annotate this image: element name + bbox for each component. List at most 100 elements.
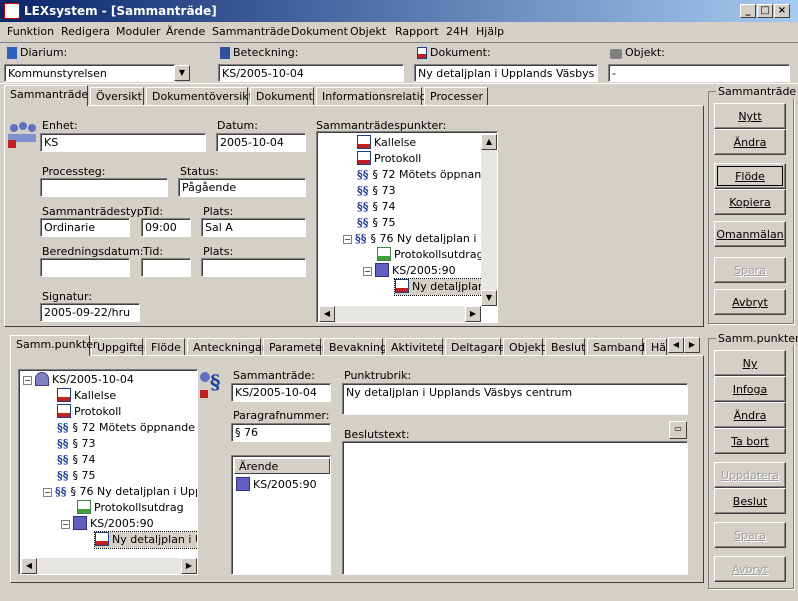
tab-overflow[interactable]: Hä: [645, 338, 667, 356]
tab-samm-punkter[interactable]: Samm.punkter: [10, 335, 98, 356]
signatur-field[interactable]: 2005-09-22/hru: [40, 303, 140, 322]
menu-funktion[interactable]: Funktion: [7, 25, 54, 38]
tid-field[interactable]: 09:00: [141, 218, 191, 237]
maximize-icon[interactable]: □: [757, 4, 773, 18]
collapse-icon[interactable]: −: [343, 235, 352, 244]
tab-parameter[interactable]: Parameter: [263, 338, 326, 356]
collapse-icon[interactable]: −: [61, 520, 70, 529]
sammantradespunkter-tree[interactable]: Kallelse Protokoll §§ § 72 Mötets öppnand…: [316, 131, 498, 323]
sammantradestyp-field[interactable]: Ordinarie: [40, 218, 130, 237]
flode-button[interactable]: Flöde: [714, 163, 786, 189]
tree-item[interactable]: Protokoll: [57, 404, 121, 420]
collapse-icon[interactable]: −: [363, 267, 372, 276]
beslutstext-field[interactable]: [342, 441, 688, 575]
tab-anteckningar[interactable]: Anteckningar: [187, 338, 266, 356]
tab-flode[interactable]: Flöde: [145, 338, 185, 356]
kopiera-button[interactable]: Kopiera: [714, 189, 786, 215]
status-field[interactable]: Pågående: [178, 178, 306, 197]
tree-item[interactable]: §§ § 75: [57, 468, 96, 484]
horizontal-scrollbar[interactable]: [21, 558, 197, 574]
tab-beslut[interactable]: Beslut: [545, 338, 585, 356]
tab-dokument[interactable]: Dokument: [250, 87, 314, 105]
beslut-button[interactable]: Beslut: [714, 488, 786, 514]
menu-moduler[interactable]: Moduler: [116, 25, 161, 38]
beredningsdatum-field[interactable]: [40, 258, 130, 277]
ny-button[interactable]: Ny: [714, 350, 786, 376]
scroll-right-icon[interactable]: ▶: [181, 558, 197, 574]
spara-button[interactable]: Spara: [714, 257, 786, 283]
punktrubrik-field[interactable]: Ny detaljplan i Upplands Väsbys centrum: [342, 383, 688, 415]
diarium-select[interactable]: Kommunstyrelsen: [4, 64, 176, 82]
collapse-icon[interactable]: −: [23, 376, 32, 385]
tab-samband[interactable]: Samband: [587, 338, 645, 356]
menu-hjalp[interactable]: Hjälp: [476, 25, 504, 38]
scroll-left-icon[interactable]: ◀: [319, 306, 335, 322]
vertical-scrollbar[interactable]: [481, 134, 497, 306]
menu-redigera[interactable]: Redigera: [61, 25, 110, 38]
menu-24h[interactable]: 24H: [446, 25, 468, 38]
tab-sammantrade[interactable]: Sammanträde: [4, 85, 88, 106]
tree-item[interactable]: Kallelse: [357, 135, 416, 151]
tab-objekt[interactable]: Objekt: [503, 338, 545, 356]
dokument-field[interactable]: Ny detaljplan i Upplands Väsbys centr: [414, 64, 598, 82]
plats2-field[interactable]: [201, 258, 306, 277]
tab-scroll-left-icon[interactable]: ◀: [668, 337, 684, 353]
minimize-icon[interactable]: _: [740, 4, 756, 18]
tree-item[interactable]: §§ § 72 Mötets öppnande: [357, 167, 495, 183]
close-icon[interactable]: ×: [774, 4, 790, 18]
tree-item[interactable]: §§ § 73: [357, 183, 396, 199]
infoga-button[interactable]: Infoga: [714, 376, 786, 402]
andra-button[interactable]: Ändra: [714, 129, 786, 155]
enhet-field[interactable]: KS: [40, 133, 206, 152]
tree-item[interactable]: − KS/2005:90: [61, 516, 154, 532]
menu-sammantrade[interactable]: Sammanträde: [212, 25, 290, 38]
omanmalan-button[interactable]: Omanmälan: [714, 221, 786, 247]
menu-rapport[interactable]: Rapport: [395, 25, 439, 38]
objekt-field[interactable]: -: [608, 64, 790, 82]
uppdatera-button[interactable]: Uppdatera: [714, 462, 786, 488]
samm-punkter-tree[interactable]: − KS/2005-10-04 Kallelse Protokoll §§ § 72…: [18, 369, 198, 575]
tab-uppgifter[interactable]: Uppgifter: [91, 338, 148, 356]
andra-punkt-button[interactable]: Ändra: [714, 402, 786, 428]
avbryt-button[interactable]: Avbryt: [714, 289, 786, 315]
avbryt-punkt-button[interactable]: Avbryt: [714, 556, 786, 582]
paragrafnummer-field[interactable]: § 76: [231, 423, 331, 442]
tree-item[interactable]: §§ § 74: [57, 452, 96, 468]
tree-item[interactable]: − KS/2005:90: [363, 263, 456, 279]
processteg-field[interactable]: [40, 178, 168, 197]
tree-item[interactable]: §§ § 75: [357, 215, 396, 231]
plats-field[interactable]: Sal A: [201, 218, 306, 237]
menu-objekt[interactable]: Objekt: [350, 25, 386, 38]
edit-text-icon[interactable]: ▭: [669, 421, 687, 439]
tab-dokumentoversikt[interactable]: Dokumentöversikt: [146, 87, 253, 105]
scroll-left-icon[interactable]: ◀: [21, 558, 37, 574]
scroll-right-icon[interactable]: ▶: [465, 306, 481, 322]
tab-informationsrelation[interactable]: Informationsrelation: [316, 87, 433, 105]
tid2-field[interactable]: [141, 258, 191, 277]
nytt-button[interactable]: Nytt: [714, 103, 786, 129]
tree-item[interactable]: −§§§ 76 Ny detaljplan i Upplands: [43, 484, 197, 500]
chevron-down-icon[interactable]: ▼: [174, 65, 190, 81]
tab-aktiviteter[interactable]: Aktiviteter: [385, 338, 449, 356]
tree-item-selected[interactable]: Ny detaljplan i Upplands: [93, 531, 197, 549]
scroll-up-icon[interactable]: ▲: [481, 134, 497, 150]
tab-scroll-right-icon[interactable]: ▶: [684, 337, 700, 353]
tree-item[interactable]: Protokoll: [357, 151, 421, 167]
tab-oversikt[interactable]: Översikt: [90, 87, 144, 105]
tree-item[interactable]: Protokollsutdrag: [377, 247, 484, 263]
tree-item[interactable]: Kallelse: [57, 388, 116, 404]
spara-punkt-button[interactable]: Spara: [714, 522, 786, 548]
datum-field[interactable]: 2005-10-04: [216, 133, 306, 152]
arende-list[interactable]: Ärende KS/2005:90: [231, 455, 331, 575]
tree-item[interactable]: §§ § 74: [357, 199, 396, 215]
tree-item[interactable]: −§§§ 76 Ny detaljplan i Upplands: [343, 231, 497, 247]
tab-deltagare[interactable]: Deltagare: [445, 338, 505, 356]
menu-dokument[interactable]: Dokument: [291, 25, 348, 38]
sammantrade-field[interactable]: KS/2005-10-04: [231, 383, 331, 402]
menu-arende[interactable]: Ärende: [166, 25, 205, 38]
scroll-down-icon[interactable]: ▼: [481, 290, 497, 306]
tab-processer[interactable]: Processer: [424, 87, 488, 105]
beteckning-field[interactable]: KS/2005-10-04: [218, 64, 404, 82]
horizontal-scrollbar[interactable]: [319, 306, 481, 322]
tree-item[interactable]: §§ § 72 Mötets öppnande: [57, 420, 195, 436]
